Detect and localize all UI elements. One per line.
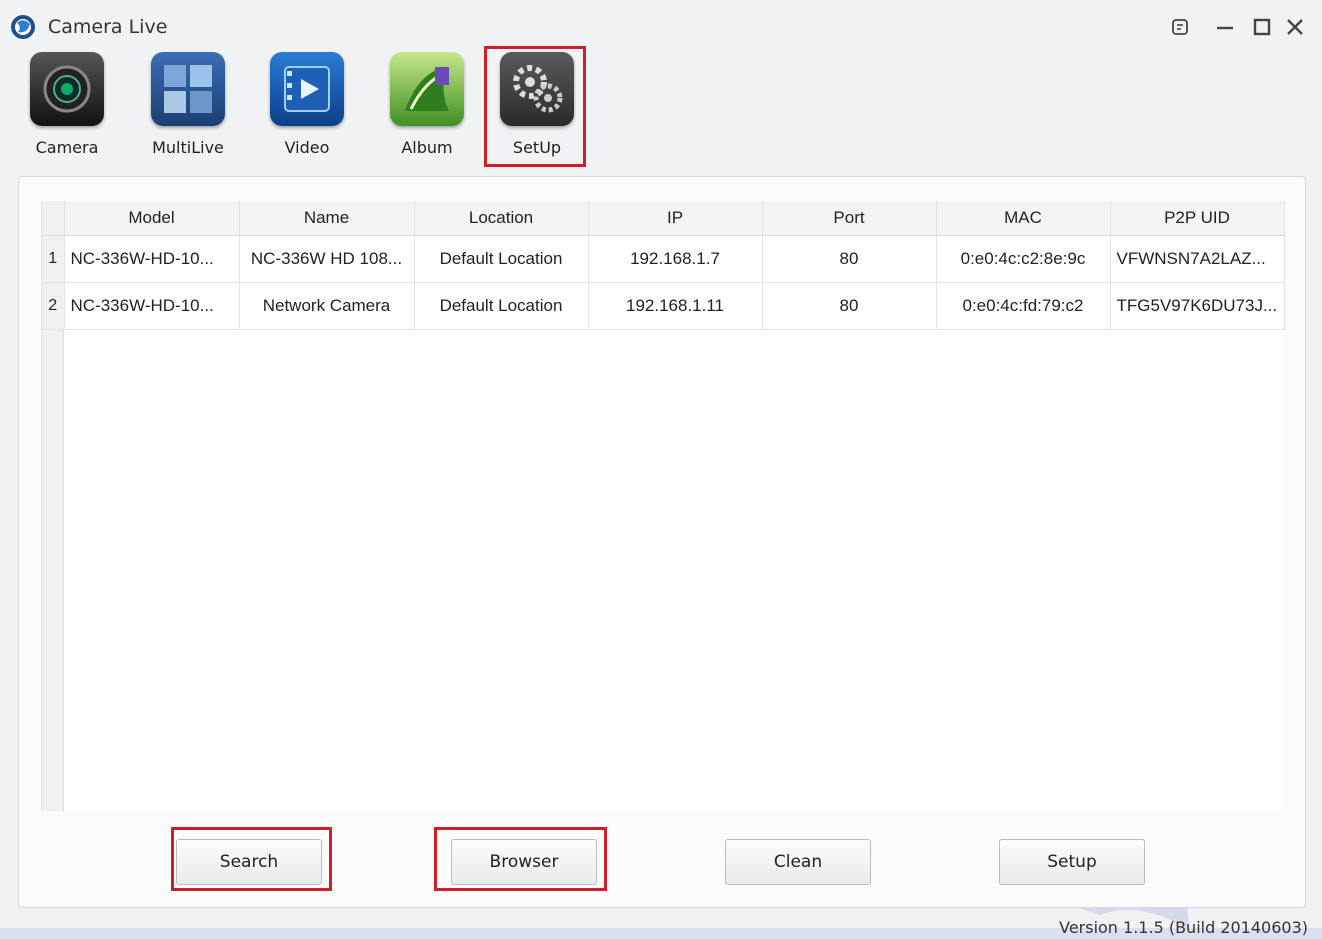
toolbar-camera-label: Camera (35, 138, 99, 157)
close-icon[interactable] (1282, 14, 1308, 40)
toolbar-video-label: Video (284, 138, 330, 157)
video-icon (270, 52, 344, 126)
setup-button[interactable]: Setup (999, 839, 1145, 885)
app-title: Camera Live (48, 16, 168, 38)
cell-model: NC-336W-HD-10... (64, 282, 240, 330)
table-row[interactable]: 2 NC-336W-HD-10... Network Camera Defaul… (42, 282, 1285, 330)
device-panel: Model Name Location IP Port MAC P2P UID … (18, 176, 1306, 908)
row-index: 2 (42, 282, 65, 330)
row-index: 1 (42, 235, 65, 283)
device-table: Model Name Location IP Port MAC P2P UID … (42, 201, 1285, 330)
device-grid: Model Name Location IP Port MAC P2P UID … (41, 201, 1285, 811)
column-header-name[interactable]: Name (239, 201, 415, 236)
toolbar-multilive[interactable]: MultiLive (138, 52, 238, 162)
cell-location: Default Location (414, 235, 589, 283)
cell-mac: 0:e0:4c:fd:79:c2 (936, 282, 1111, 330)
menu-icon[interactable] (1167, 14, 1193, 40)
multilive-icon (151, 52, 225, 126)
album-icon (390, 52, 464, 126)
cell-mac: 0:e0:4c:c2:8e:9c (936, 235, 1111, 283)
cell-name: NC-336W HD 108... (239, 235, 415, 283)
toolbar-album[interactable]: Album (377, 52, 477, 162)
column-header-p2p-uid[interactable]: P2P UID (1110, 201, 1285, 236)
minimize-icon[interactable] (1212, 14, 1238, 40)
highlight-setup-frame (484, 46, 586, 167)
cell-ip: 192.168.1.7 (588, 235, 763, 283)
highlight-browser-frame (434, 827, 607, 891)
camera-icon (30, 52, 104, 126)
column-header-port[interactable]: Port (762, 201, 937, 236)
column-header-model[interactable]: Model (64, 201, 240, 236)
cell-p2p-uid: VFWNSN7A2LAZ... (1110, 235, 1285, 283)
toolbar-multilive-label: MultiLive (152, 138, 224, 157)
highlight-search-frame (171, 827, 332, 891)
toolbar-album-label: Album (401, 138, 453, 157)
cell-name: Network Camera (239, 282, 415, 330)
column-header-location[interactable]: Location (414, 201, 589, 236)
cell-model: NC-336W-HD-10... (64, 235, 240, 283)
clean-button[interactable]: Clean (725, 839, 871, 885)
app-logo-icon (11, 15, 35, 39)
column-header-mac[interactable]: MAC (936, 201, 1111, 236)
title-bar: Camera Live (0, 0, 1322, 52)
cell-ip: 192.168.1.11 (588, 282, 763, 330)
column-header-ip[interactable]: IP (588, 201, 763, 236)
cell-port: 80 (762, 282, 937, 330)
table-row[interactable]: 1 NC-336W-HD-10... NC-336W HD 108... Def… (42, 235, 1285, 283)
maximize-icon[interactable] (1249, 14, 1275, 40)
corner-cell (42, 201, 65, 236)
cell-p2p-uid: TFG5V97K6DU73J... (1110, 282, 1285, 330)
cell-port: 80 (762, 235, 937, 283)
cell-location: Default Location (414, 282, 589, 330)
version-label: Version 1.1.5 (Build 20140603) (1059, 918, 1308, 937)
toolbar-camera[interactable]: Camera (17, 52, 117, 162)
table-header-row: Model Name Location IP Port MAC P2P UID (42, 201, 1285, 236)
toolbar-video[interactable]: Video (257, 52, 357, 162)
